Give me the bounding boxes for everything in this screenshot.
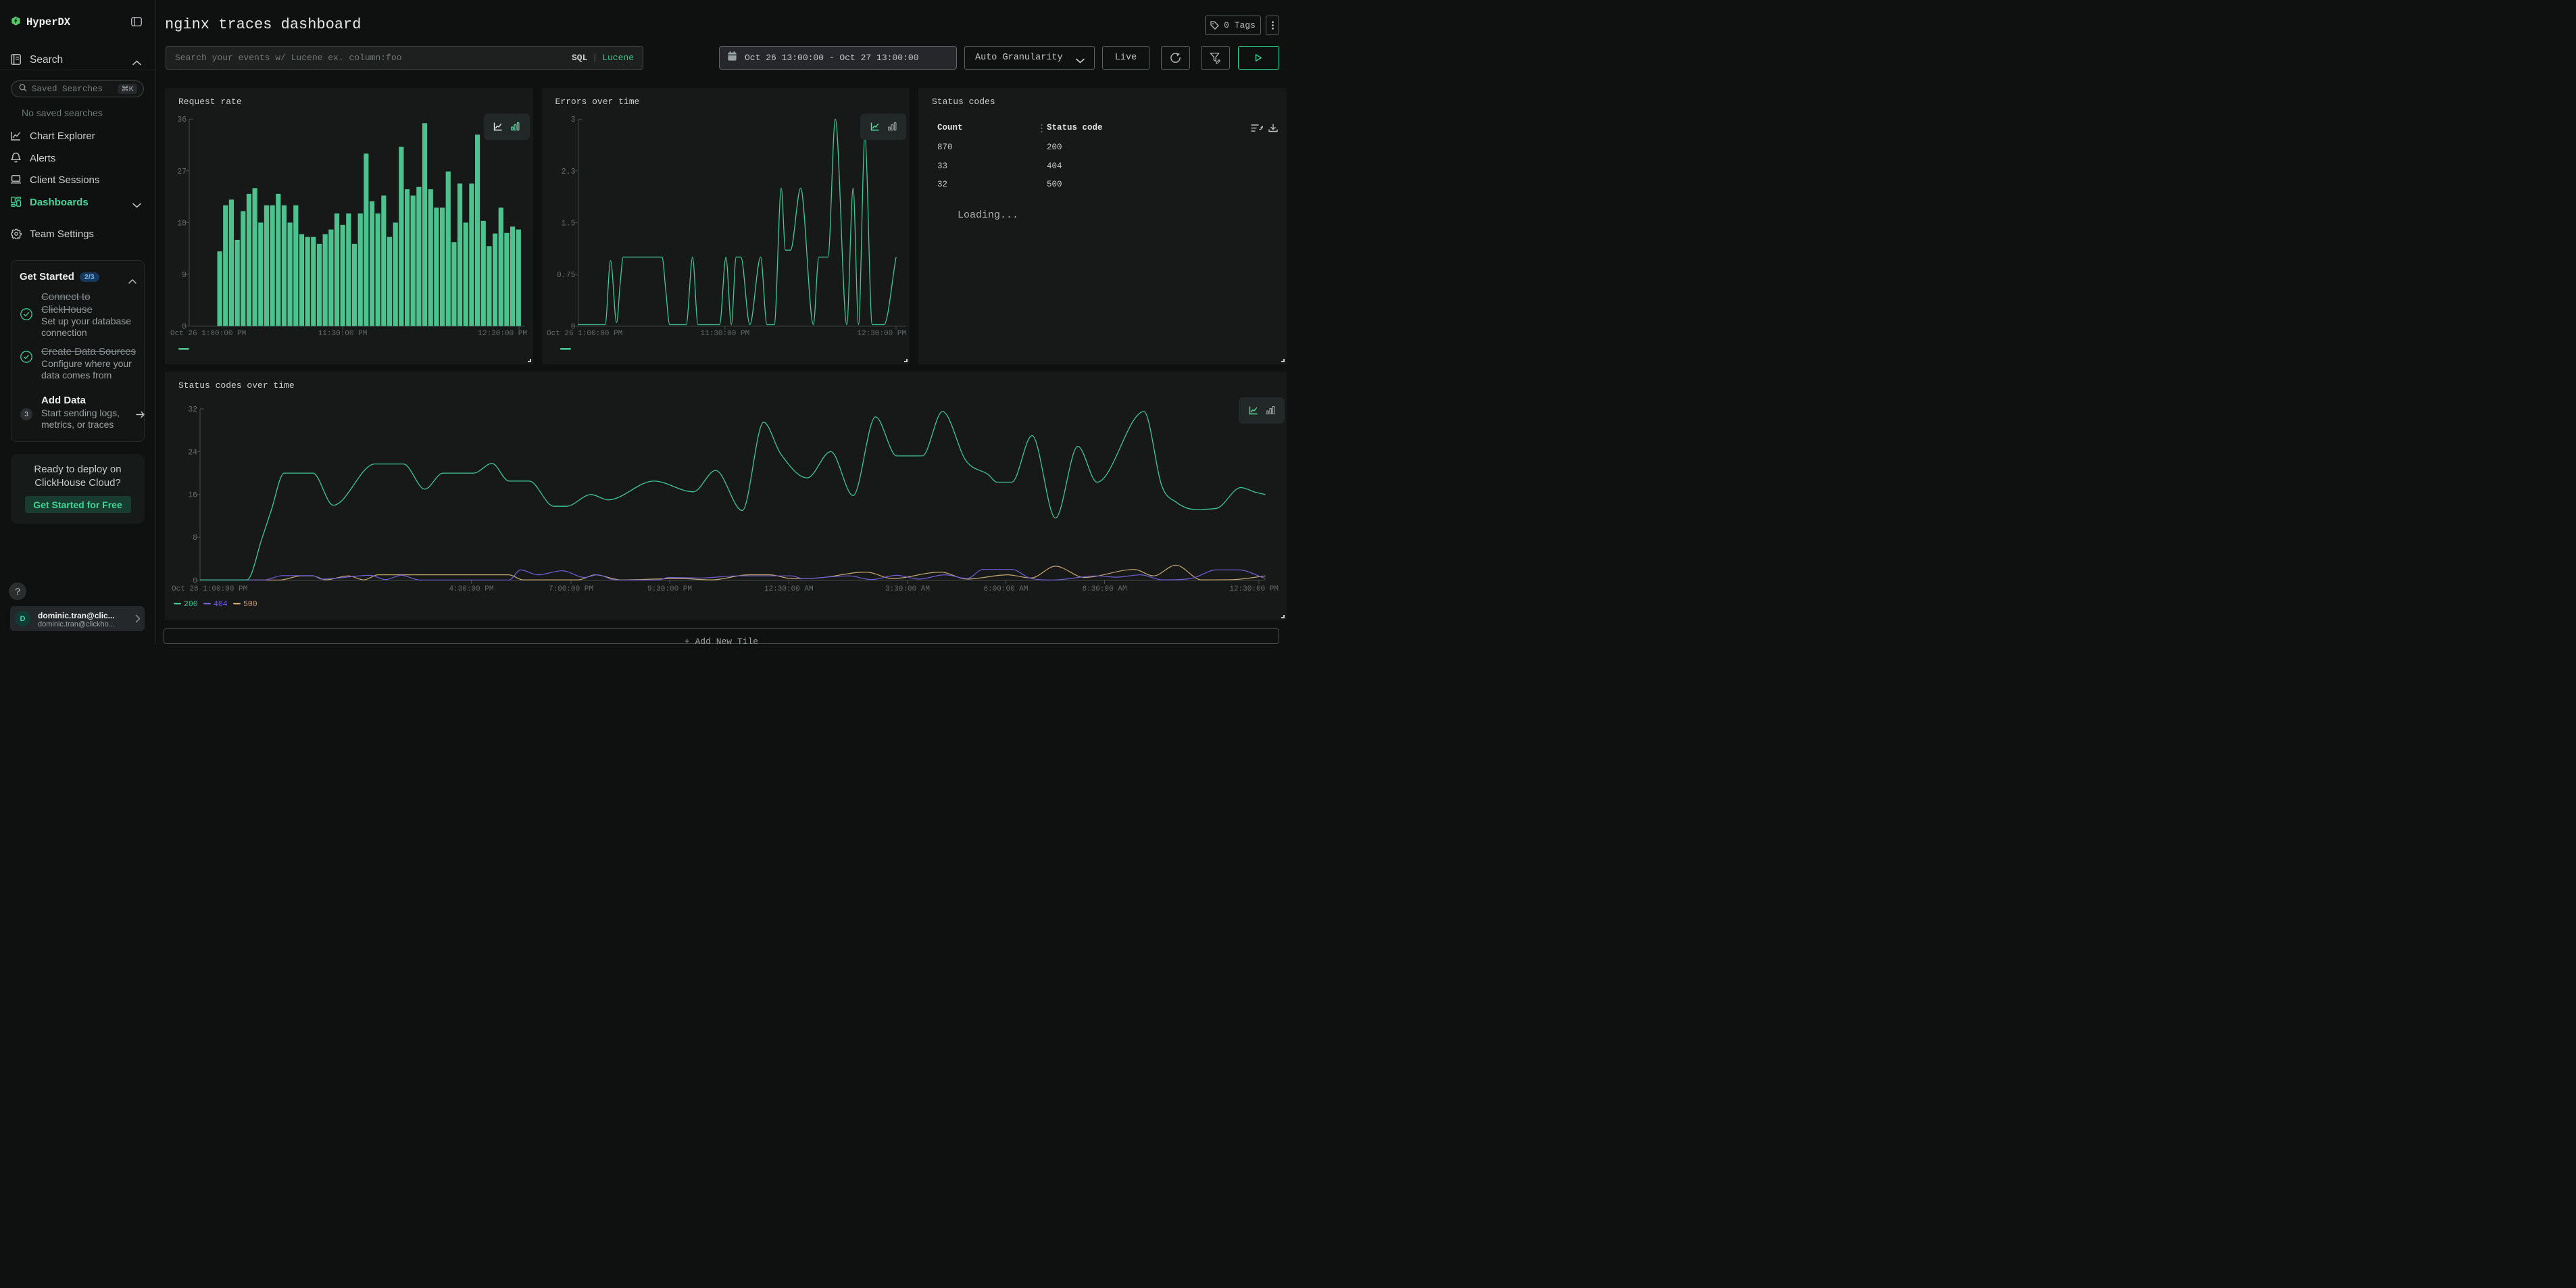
svg-text:2.3: 2.3 (561, 168, 575, 176)
svg-text:16: 16 (188, 491, 197, 500)
svg-text:3: 3 (570, 116, 575, 124)
svg-text:24: 24 (188, 448, 197, 457)
svg-text:404: 404 (214, 600, 228, 609)
svg-text:Oct 26 1:00:00 PM: Oct 26 1:00:00 PM (170, 330, 246, 338)
svg-text:8:30:00 AM: 8:30:00 AM (1082, 585, 1126, 593)
svg-text:32: 32 (188, 405, 197, 414)
svg-text:18: 18 (177, 219, 187, 228)
svg-text:3:30:00 AM: 3:30:00 AM (885, 585, 930, 593)
svg-text:12:30:00 PM: 12:30:00 PM (857, 330, 906, 338)
svg-text:1.5: 1.5 (561, 219, 575, 228)
svg-text:9: 9 (182, 271, 187, 280)
svg-text:Oct 26 1:00:00 PM: Oct 26 1:00:00 PM (547, 330, 622, 338)
svg-text:36: 36 (177, 116, 187, 124)
svg-text:11:30:00 PM: 11:30:00 PM (700, 330, 749, 338)
svg-text:11:30:00 PM: 11:30:00 PM (318, 330, 368, 338)
svg-text:8: 8 (193, 534, 197, 543)
svg-text:9:30:00 PM: 9:30:00 PM (647, 585, 692, 593)
svg-text:Oct 26 1:00:00 PM: Oct 26 1:00:00 PM (172, 585, 247, 593)
svg-text:0.75: 0.75 (556, 271, 575, 280)
svg-text:12:30:00 AM: 12:30:00 AM (764, 585, 814, 593)
svg-text:12:30:00 PM: 12:30:00 PM (1229, 585, 1279, 593)
svg-text:200: 200 (184, 600, 198, 609)
svg-text:7:00:00 PM: 7:00:00 PM (549, 585, 593, 593)
svg-text:500: 500 (243, 600, 257, 609)
svg-text:6:00:00 AM: 6:00:00 AM (983, 585, 1028, 593)
svg-text:0: 0 (193, 577, 197, 586)
svg-text:4:30:00 PM: 4:30:00 PM (449, 585, 493, 593)
svg-text:27: 27 (177, 168, 187, 176)
svg-text:12:30:00 PM: 12:30:00 PM (478, 330, 527, 338)
